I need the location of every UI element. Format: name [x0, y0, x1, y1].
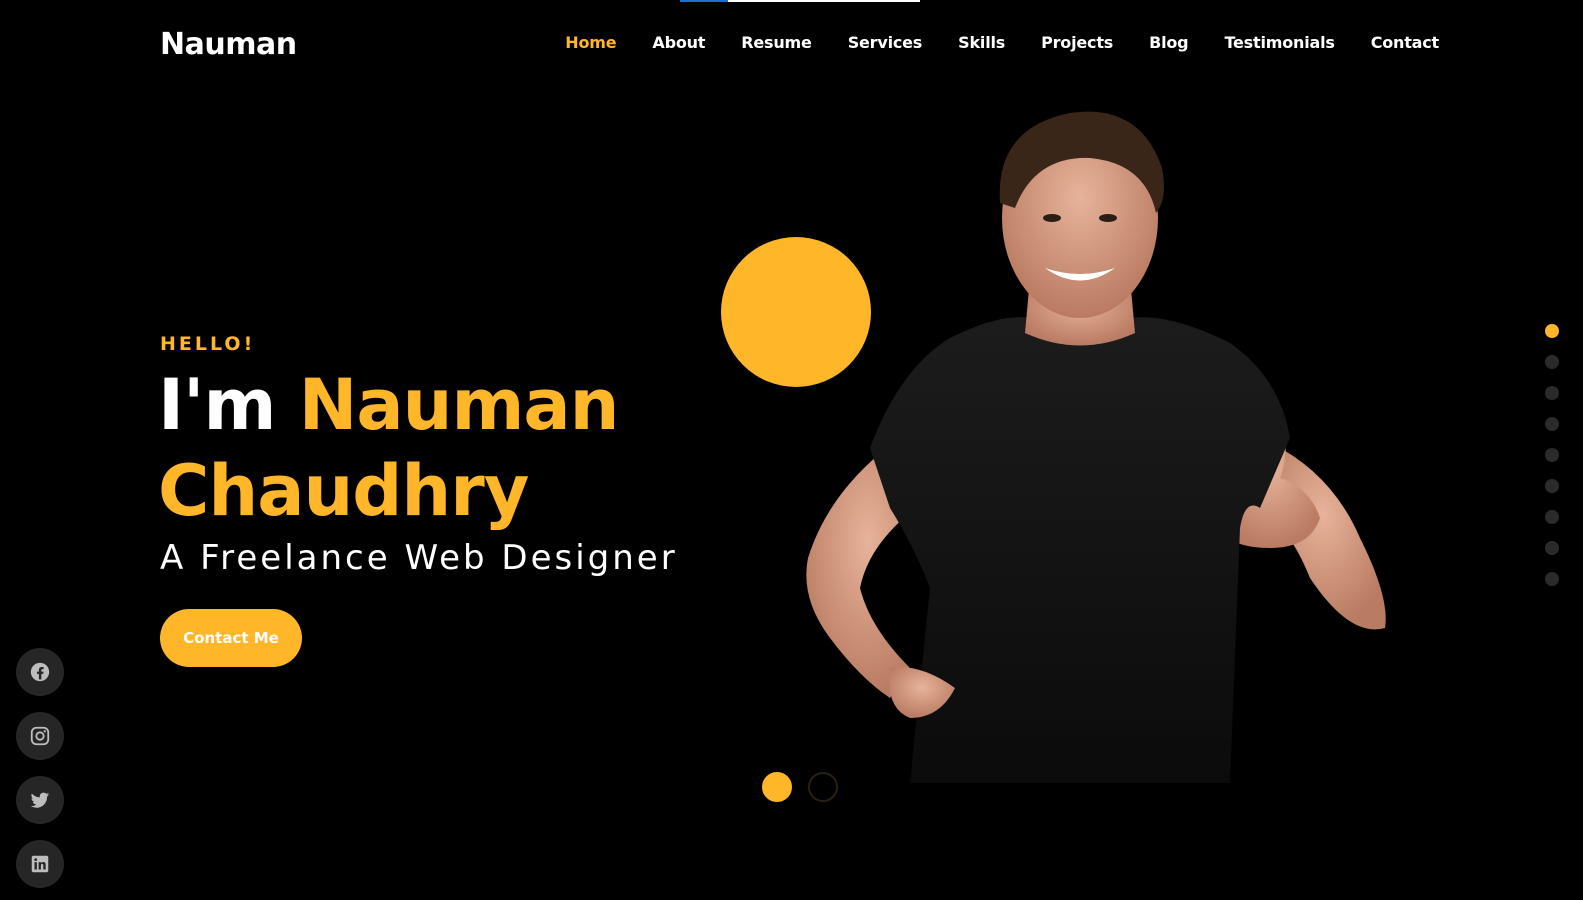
- nav-about[interactable]: About: [652, 33, 705, 52]
- nav-services[interactable]: Services: [848, 33, 923, 52]
- hero-greeting: HELLO!: [160, 333, 256, 355]
- slider-dot-1[interactable]: [762, 772, 792, 802]
- hero-slider-dots: [762, 772, 838, 802]
- twitter-icon: [30, 792, 50, 808]
- facebook-link[interactable]: [16, 648, 64, 696]
- brand-logo[interactable]: Nauman: [160, 27, 297, 62]
- section-dot-3[interactable]: [1545, 386, 1559, 400]
- scroll-progress-bar: [680, 0, 920, 2]
- section-dot-5[interactable]: [1545, 448, 1559, 462]
- hero-last-name: Chaudhry: [158, 450, 529, 532]
- nav-resume[interactable]: Resume: [741, 33, 812, 52]
- nav-blog[interactable]: Blog: [1149, 33, 1189, 52]
- social-links: [16, 648, 64, 888]
- nav-contact[interactable]: Contact: [1371, 33, 1440, 52]
- slider-dot-2[interactable]: [808, 772, 838, 802]
- contact-me-button[interactable]: Contact Me: [160, 609, 302, 667]
- linkedin-link[interactable]: [16, 840, 64, 888]
- portrait-image: [806, 111, 1386, 783]
- nav-home[interactable]: Home: [565, 33, 616, 52]
- section-dot-2[interactable]: [1545, 355, 1559, 369]
- section-dot-6[interactable]: [1545, 479, 1559, 493]
- hero-first-name: Nauman: [298, 364, 620, 446]
- instagram-link[interactable]: [16, 712, 64, 760]
- section-nav-dots: [1545, 324, 1559, 586]
- hero-intro: I'm: [158, 364, 276, 446]
- facebook-icon: [30, 662, 50, 682]
- section-dot-7[interactable]: [1545, 510, 1559, 524]
- nav-skills[interactable]: Skills: [958, 33, 1005, 52]
- section-dot-4[interactable]: [1545, 417, 1559, 431]
- instagram-icon: [30, 726, 50, 746]
- hero-title: I'm Nauman Chaudhry: [158, 362, 718, 534]
- hero-role: A Freelance Web Designer: [160, 538, 678, 578]
- main-nav: Home About Resume Services Skills Projec…: [529, 33, 1439, 52]
- section-dot-1[interactable]: [1545, 324, 1559, 338]
- scroll-progress-fill: [680, 0, 728, 2]
- linkedin-icon: [31, 855, 49, 873]
- section-dot-8[interactable]: [1545, 541, 1559, 555]
- nav-testimonials[interactable]: Testimonials: [1224, 33, 1334, 52]
- section-dot-9[interactable]: [1545, 572, 1559, 586]
- twitter-link[interactable]: [16, 776, 64, 824]
- nav-projects[interactable]: Projects: [1041, 33, 1113, 52]
